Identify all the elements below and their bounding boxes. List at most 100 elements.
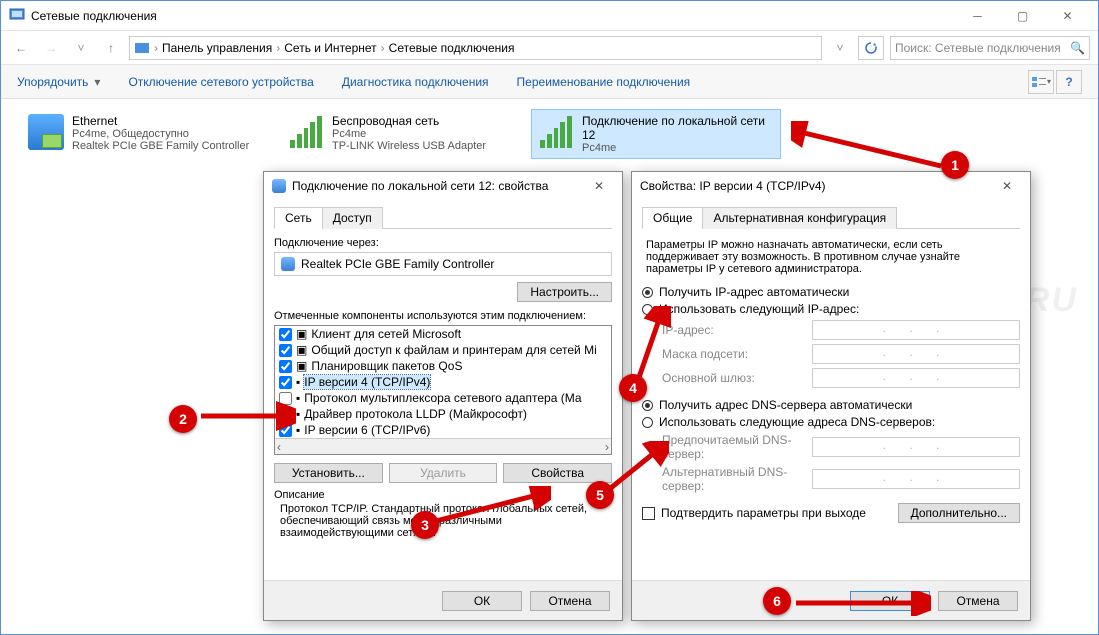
dns-preferred-label: Предпочитаемый DNS-сервер: <box>662 433 812 461</box>
ok-button[interactable]: ОК <box>850 591 930 611</box>
close-button[interactable]: ✕ <box>1045 2 1090 30</box>
subnet-mask-label: Маска подсети: <box>662 347 812 361</box>
window-title: Сетевые подключения <box>31 9 157 23</box>
components-label: Отмеченные компоненты используются этим … <box>274 310 612 322</box>
annotation-marker-4: 4 <box>619 374 647 402</box>
connection-wifi[interactable]: Беспроводная сеть Pc4me TP-LINK Wireless… <box>281 109 521 157</box>
list-item-ipv4: ▪IP версии 4 (TCP/IPv4) <box>275 374 611 390</box>
connection-status: Pc4me <box>582 142 774 154</box>
network-wifi-icon <box>538 114 574 154</box>
properties-button[interactable]: Свойства <box>503 463 612 483</box>
validate-checkbox[interactable] <box>642 507 655 520</box>
titlebar: Сетевые подключения ─ ▢ ✕ <box>1 1 1098 31</box>
checkbox[interactable] <box>279 376 292 389</box>
radio-ip-auto[interactable]: Получить IP-адрес автоматически <box>642 285 1020 299</box>
breadcrumb[interactable]: › Панель управления › Сеть и Интернет › … <box>129 36 822 60</box>
tab-general[interactable]: Общие <box>642 207 703 229</box>
ip-address-label: IP-адрес: <box>662 323 812 337</box>
list-item: ▪Протокол мультиплексора сетевого адапте… <box>275 390 611 406</box>
search-placeholder: Поиск: Сетевые подключения <box>895 41 1061 55</box>
dialog-footer: ОК Отмена <box>632 580 1030 620</box>
network-connections-window: Сетевые подключения ─ ▢ ✕ ← → ˅ ↑ › Пане… <box>0 0 1099 635</box>
radio-ip-manual[interactable]: Использовать следующий IP-адрес: <box>642 302 1020 316</box>
dialog-connection-properties: Подключение по локальной сети 12: свойст… <box>263 171 623 621</box>
annotation-marker-5: 5 <box>586 481 614 509</box>
connect-using-label: Подключение через: <box>274 237 612 249</box>
list-item: ▣Общий доступ к файлам и принтерам для с… <box>275 342 611 358</box>
tab-network[interactable]: Сеть <box>274 207 323 229</box>
close-button[interactable]: ✕ <box>584 179 614 193</box>
annotation-marker-1: 1 <box>941 151 969 179</box>
connection-adapter: TP-LINK Wireless USB Adapter <box>332 140 486 152</box>
connection-name: Ethernet <box>72 114 249 128</box>
connection-lan12[interactable]: Подключение по локальной сети 12 Pc4me <box>531 109 781 159</box>
annotation-marker-2: 2 <box>169 405 197 433</box>
description-text: Протокол TCP/IP. Стандартный протокол гл… <box>274 503 612 539</box>
help-button[interactable]: ? <box>1056 70 1082 94</box>
adapter-name: Realtek PCIe GBE Family Controller <box>301 257 494 271</box>
checkbox[interactable] <box>279 424 292 437</box>
chevron-right-icon: › <box>381 41 385 55</box>
cancel-button[interactable]: Отмена <box>938 591 1018 611</box>
adapter-field: Realtek PCIe GBE Family Controller <box>274 252 612 276</box>
advanced-button[interactable]: Дополнительно... <box>898 503 1020 523</box>
cmd-disable-device[interactable]: Отключение сетевого устройства <box>128 75 313 89</box>
dialog-titlebar: Подключение по локальной сети 12: свойст… <box>264 172 622 200</box>
network-wired-icon <box>28 114 64 152</box>
search-input[interactable]: Поиск: Сетевые подключения 🔍 <box>890 36 1090 60</box>
checkbox[interactable] <box>279 392 292 405</box>
tabstrip: Сеть Доступ <box>274 206 612 229</box>
tab-sharing[interactable]: Доступ <box>322 207 383 229</box>
gateway-label: Основной шлюз: <box>662 371 812 385</box>
list-item: ▣Клиент для сетей Microsoft <box>275 326 611 342</box>
subnet-mask-input: . . . <box>812 344 1020 364</box>
checkbox[interactable] <box>279 408 292 421</box>
cmd-diagnose[interactable]: Диагностика подключения <box>342 75 489 89</box>
crumb-network-connections[interactable]: Сетевые подключения <box>389 41 515 55</box>
minimize-button[interactable]: ─ <box>955 2 1000 30</box>
nav-forward-button[interactable]: → <box>39 36 63 60</box>
cmd-organize[interactable]: Упорядочить <box>17 75 88 89</box>
dialog-title: Свойства: IP версии 4 (TCP/IPv4) <box>640 179 826 193</box>
radio-dns-auto[interactable]: Получить адрес DNS-сервера автоматически <box>642 398 1020 412</box>
app-icon <box>9 6 25 25</box>
refresh-button[interactable] <box>858 36 884 60</box>
dialog-footer: ОК Отмена <box>264 580 622 620</box>
crumb-network-internet[interactable]: Сеть и Интернет <box>284 41 376 55</box>
configure-button[interactable]: Настроить... <box>517 282 612 302</box>
crumb-control-panel[interactable]: Панель управления <box>162 41 272 55</box>
view-options-button[interactable]: ▾ <box>1028 70 1054 94</box>
tab-alt-config[interactable]: Альтернативная конфигурация <box>702 207 897 229</box>
close-button[interactable]: ✕ <box>992 179 1022 193</box>
connection-name: Беспроводная сеть <box>332 114 486 128</box>
maximize-button[interactable]: ▢ <box>1000 2 1045 30</box>
checkbox[interactable] <box>279 344 292 357</box>
dialog-ipv4-properties: Свойства: IP версии 4 (TCP/IPv4) ✕ Общие… <box>631 171 1031 621</box>
breadcrumb-dropdown[interactable]: ˅ <box>828 36 852 60</box>
ok-button[interactable]: ОК <box>442 591 522 611</box>
install-button[interactable]: Установить... <box>274 463 383 483</box>
connection-status: Pc4me, Общедоступно <box>72 128 249 140</box>
cmd-rename[interactable]: Переименование подключения <box>517 75 691 89</box>
nav-up-button[interactable]: ↑ <box>99 36 123 60</box>
chevron-down-icon: ▾ <box>94 75 100 89</box>
components-listbox[interactable]: ▣Клиент для сетей Microsoft ▣Общий досту… <box>274 325 612 455</box>
annotation-marker-6: 6 <box>763 587 791 615</box>
list-item: ▪IP версии 6 (TCP/IPv6) <box>275 422 611 438</box>
dns-alt-input: . . . <box>812 469 1020 489</box>
nav-recent-button[interactable]: ˅ <box>69 36 93 60</box>
ipv4-intro-text: Параметры IP можно назначать автоматичес… <box>642 239 1020 275</box>
cancel-button[interactable]: Отмена <box>530 591 610 611</box>
annotation-marker-3: 3 <box>411 511 439 539</box>
radio-dns-manual[interactable]: Использовать следующие адреса DNS-сервер… <box>642 415 1020 429</box>
remove-button: Удалить <box>389 463 498 483</box>
nav-back-button[interactable]: ← <box>9 36 33 60</box>
dns-alt-label: Альтернативный DNS-сервер: <box>662 465 812 493</box>
connection-ethernet[interactable]: Ethernet Pc4me, Общедоступно Realtek PCI… <box>21 109 271 157</box>
scrollbar-horizontal[interactable]: ‹› <box>275 438 611 454</box>
chevron-right-icon: › <box>154 41 158 55</box>
checkbox[interactable] <box>279 360 292 373</box>
validate-label: Подтвердить параметры при выходе <box>661 506 866 520</box>
checkbox[interactable] <box>279 328 292 341</box>
network-wifi-icon <box>288 114 324 152</box>
